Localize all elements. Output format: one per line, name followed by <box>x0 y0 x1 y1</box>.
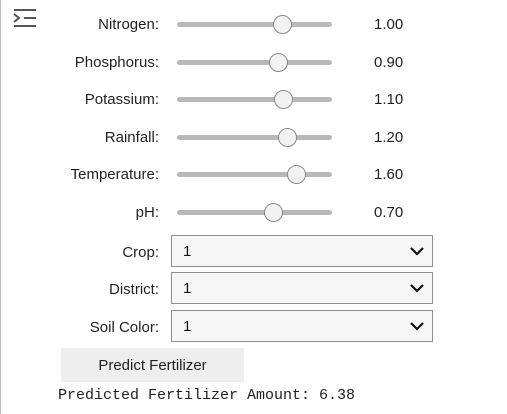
selected-value: 1 <box>183 280 192 297</box>
slider-row-potassium: Potassium: 1.10 <box>0 86 507 114</box>
slider-readout: 1.60 <box>374 166 404 183</box>
slider-row-phosphorus: Phosphorus: 0.90 <box>0 49 507 77</box>
selected-value: 1 <box>183 243 192 260</box>
ph-slider[interactable] <box>177 203 332 222</box>
dropdown-row-crop: Crop: 1 <box>0 235 507 267</box>
predict-fertilizer-button[interactable]: Predict Fertilizer <box>61 348 244 382</box>
dropdown-label: Soil Color: <box>89 319 159 336</box>
slider-thumb[interactable] <box>286 165 306 184</box>
slider-label: Temperature: <box>70 166 159 183</box>
dropdown-row-district: District: 1 <box>0 272 507 304</box>
crop-select[interactable]: 1 <box>171 235 433 267</box>
slider-row-temperature: Temperature: 1.60 <box>0 161 507 189</box>
slider-thumb[interactable] <box>263 203 283 222</box>
slider-label: Potassium: <box>84 91 159 108</box>
prediction-output: Predicted Fertilizer Amount: 6.38 <box>58 387 356 404</box>
district-select[interactable]: 1 <box>171 272 433 304</box>
slider-label: Nitrogen: <box>98 16 159 33</box>
potassium-slider[interactable] <box>177 90 332 109</box>
slider-row-rainfall: Rainfall: 1.20 <box>0 124 507 152</box>
slider-readout: 1.10 <box>374 91 404 108</box>
rainfall-slider[interactable] <box>177 128 332 147</box>
selected-value: 1 <box>183 318 192 335</box>
chevron-down-icon <box>410 284 424 293</box>
slider-thumb[interactable] <box>277 128 297 147</box>
slider-row-nitrogen: Nitrogen: 1.00 <box>0 11 507 39</box>
slider-label: Rainfall: <box>104 129 159 146</box>
nitrogen-slider[interactable] <box>177 15 332 34</box>
dropdown-row-soil-color: Soil Color: 1 <box>0 310 507 342</box>
slider-readout: 1.00 <box>374 16 404 33</box>
temperature-slider[interactable] <box>177 165 332 184</box>
slider-label: Phosphorus: <box>74 54 159 71</box>
slider-label: pH: <box>135 204 159 221</box>
slider-thumb[interactable] <box>274 90 294 109</box>
chevron-down-icon <box>410 322 424 331</box>
slider-readout: 0.90 <box>374 54 404 71</box>
soil-color-select[interactable]: 1 <box>171 310 433 342</box>
slider-thumb[interactable] <box>269 53 289 72</box>
slider-thumb[interactable] <box>272 15 292 34</box>
slider-readout: 1.20 <box>374 129 404 146</box>
phosphorus-slider[interactable] <box>177 53 332 72</box>
slider-readout: 0.70 <box>374 204 404 221</box>
dropdown-label: Crop: <box>122 244 159 261</box>
slider-row-ph: pH: 0.70 <box>0 199 507 227</box>
chevron-down-icon <box>410 247 424 256</box>
dropdown-label: District: <box>109 281 159 298</box>
